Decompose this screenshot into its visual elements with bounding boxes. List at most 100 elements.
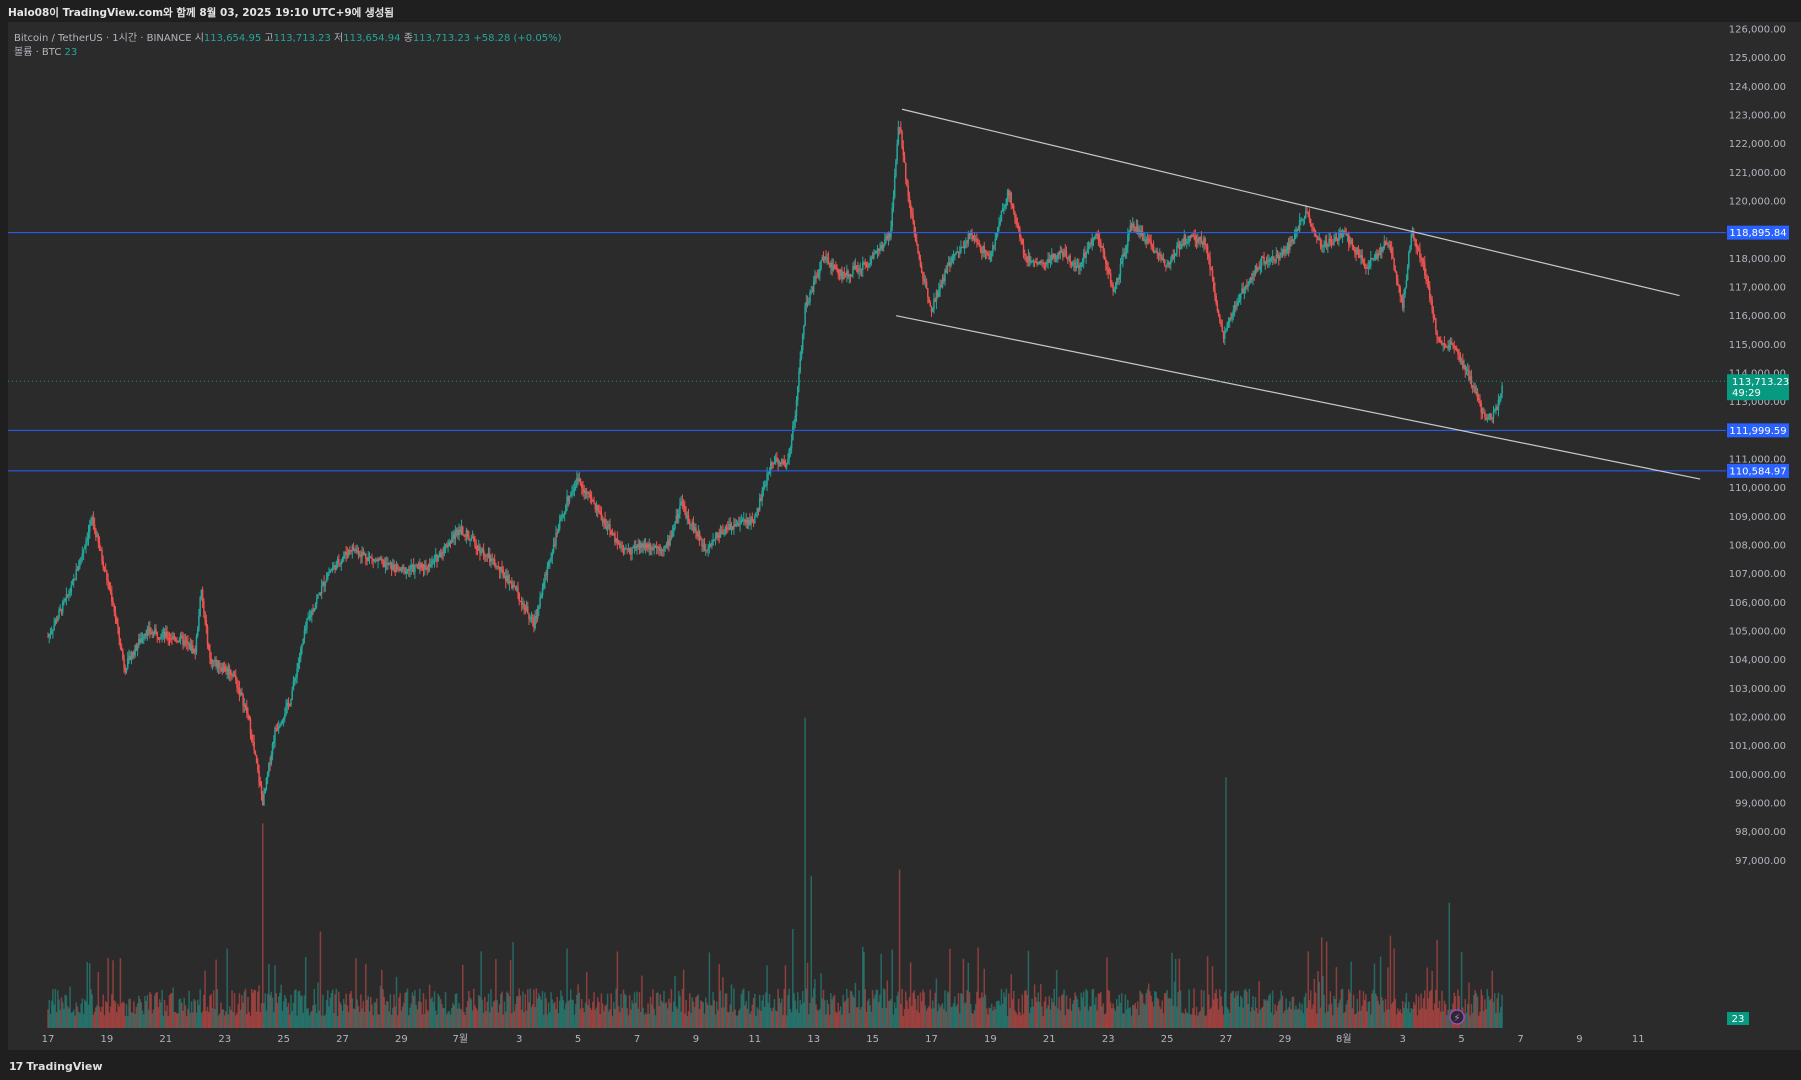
candle-body bbox=[671, 531, 674, 537]
price-tick-label: 124,000.00 bbox=[1729, 82, 1786, 93]
candle-body bbox=[971, 232, 973, 236]
candle-body bbox=[820, 260, 822, 270]
candle-body bbox=[809, 291, 811, 302]
symbol-legend[interactable]: Bitcoin / TetherUS · 1시간 · BINANCE 시113,… bbox=[14, 29, 561, 44]
price-tick-label: 125,000.00 bbox=[1729, 53, 1786, 64]
candle-body bbox=[285, 706, 287, 715]
candle-body bbox=[1285, 252, 1287, 254]
candle-body bbox=[86, 539, 89, 541]
candle-body bbox=[682, 502, 685, 507]
candle-body bbox=[1174, 254, 1177, 256]
candle-body bbox=[437, 556, 439, 562]
open-value: 113,654.95 bbox=[203, 33, 262, 44]
candle-body bbox=[977, 242, 979, 245]
volume-label[interactable]: 볼륨 · BTC bbox=[14, 47, 61, 58]
candle-body bbox=[1498, 399, 1501, 401]
price-tick-label: 101,000.00 bbox=[1729, 741, 1786, 752]
candle-body bbox=[329, 571, 331, 573]
candle-body bbox=[85, 540, 87, 547]
candle-body bbox=[107, 580, 109, 583]
price-tick-label: 118,000.00 bbox=[1729, 254, 1786, 265]
candle-body bbox=[61, 602, 64, 613]
candle-body bbox=[761, 490, 763, 501]
candle-body bbox=[250, 734, 253, 742]
candle-body bbox=[1106, 263, 1108, 269]
candle-body bbox=[912, 215, 914, 222]
candle-body bbox=[1455, 347, 1458, 351]
price-tick-label: 111,000.00 bbox=[1729, 455, 1786, 466]
candle-body bbox=[874, 253, 876, 255]
candle-body bbox=[1399, 287, 1401, 297]
candle-body bbox=[1292, 239, 1295, 241]
candle-body bbox=[49, 633, 52, 635]
candle-body bbox=[266, 773, 269, 779]
candle-body bbox=[581, 484, 583, 489]
candle-body bbox=[236, 679, 238, 688]
candle-body bbox=[1102, 246, 1105, 252]
candle-body bbox=[1206, 245, 1209, 256]
candle-body bbox=[1405, 280, 1408, 288]
candle-body bbox=[178, 640, 181, 642]
change-value: +58.28 (+0.05%) bbox=[473, 33, 562, 44]
volume-legend[interactable]: 볼륨 · BTC 23 bbox=[14, 43, 77, 58]
candle-body bbox=[1363, 263, 1366, 268]
time-tick-label: 19 bbox=[101, 1034, 114, 1045]
candle-body bbox=[804, 305, 806, 326]
candle-body bbox=[720, 530, 723, 532]
candle-body bbox=[931, 308, 934, 312]
time-tick-label: 25 bbox=[1161, 1034, 1174, 1045]
candle-body bbox=[1214, 289, 1216, 296]
candle-body bbox=[771, 462, 773, 464]
volume-bar bbox=[804, 717, 806, 1028]
candle-body bbox=[1412, 233, 1415, 239]
candle-body bbox=[1436, 330, 1438, 337]
candle-body bbox=[81, 553, 84, 557]
candle-body bbox=[1179, 248, 1182, 250]
candle-body bbox=[493, 559, 496, 565]
candle-body bbox=[541, 587, 544, 596]
candle-body bbox=[271, 743, 274, 755]
candle-body bbox=[908, 196, 911, 204]
candle-body bbox=[430, 565, 432, 568]
time-tick-label: 7월 bbox=[453, 1033, 469, 1045]
candle-body bbox=[793, 421, 795, 427]
alert-icon-glyph[interactable]: ⚡ bbox=[1453, 1013, 1460, 1024]
candle-body bbox=[1118, 275, 1120, 280]
candle-body bbox=[1408, 252, 1410, 268]
price-chart[interactable]: 97,000.00 98,000.00 99,000.00 100,000.00 101… bbox=[0, 0, 1801, 1052]
candle-body bbox=[314, 603, 317, 609]
volume-badge-label: 23 bbox=[1732, 1014, 1745, 1025]
volume-bar bbox=[1448, 902, 1451, 1028]
candle-body bbox=[630, 553, 632, 555]
candle-body bbox=[160, 637, 162, 639]
candle-body bbox=[1071, 264, 1074, 266]
candle-body bbox=[590, 497, 593, 500]
candle-body bbox=[199, 597, 201, 616]
candle-body bbox=[669, 535, 671, 546]
candle-body bbox=[156, 631, 158, 638]
candle-body bbox=[273, 740, 275, 744]
tradingview-logo[interactable]: 17 TradingView bbox=[9, 1060, 103, 1073]
candle-body bbox=[900, 127, 902, 132]
time-tick-label: 29 bbox=[1279, 1034, 1292, 1045]
candle-body bbox=[125, 668, 128, 672]
candle-body bbox=[1081, 262, 1084, 264]
price-tick-label: 100,000.00 bbox=[1729, 770, 1786, 781]
candle-body bbox=[836, 268, 838, 270]
candle-body bbox=[234, 675, 237, 680]
candle-body bbox=[1480, 403, 1482, 413]
candle-body bbox=[71, 581, 74, 586]
candle-body bbox=[1426, 279, 1428, 282]
alert-icon[interactable]: ⚡ bbox=[1449, 1009, 1465, 1025]
candle-body bbox=[1037, 262, 1040, 265]
candle-body bbox=[331, 567, 334, 571]
candle-body bbox=[1448, 344, 1451, 349]
candle-body bbox=[108, 582, 111, 590]
candle-body bbox=[127, 658, 129, 669]
time-tick-label: 11 bbox=[748, 1034, 761, 1045]
candle-body bbox=[205, 619, 208, 627]
candle-body bbox=[93, 524, 96, 530]
candle-body bbox=[843, 272, 846, 274]
time-tick-label: 23 bbox=[1102, 1034, 1115, 1045]
candle-body bbox=[574, 486, 577, 488]
